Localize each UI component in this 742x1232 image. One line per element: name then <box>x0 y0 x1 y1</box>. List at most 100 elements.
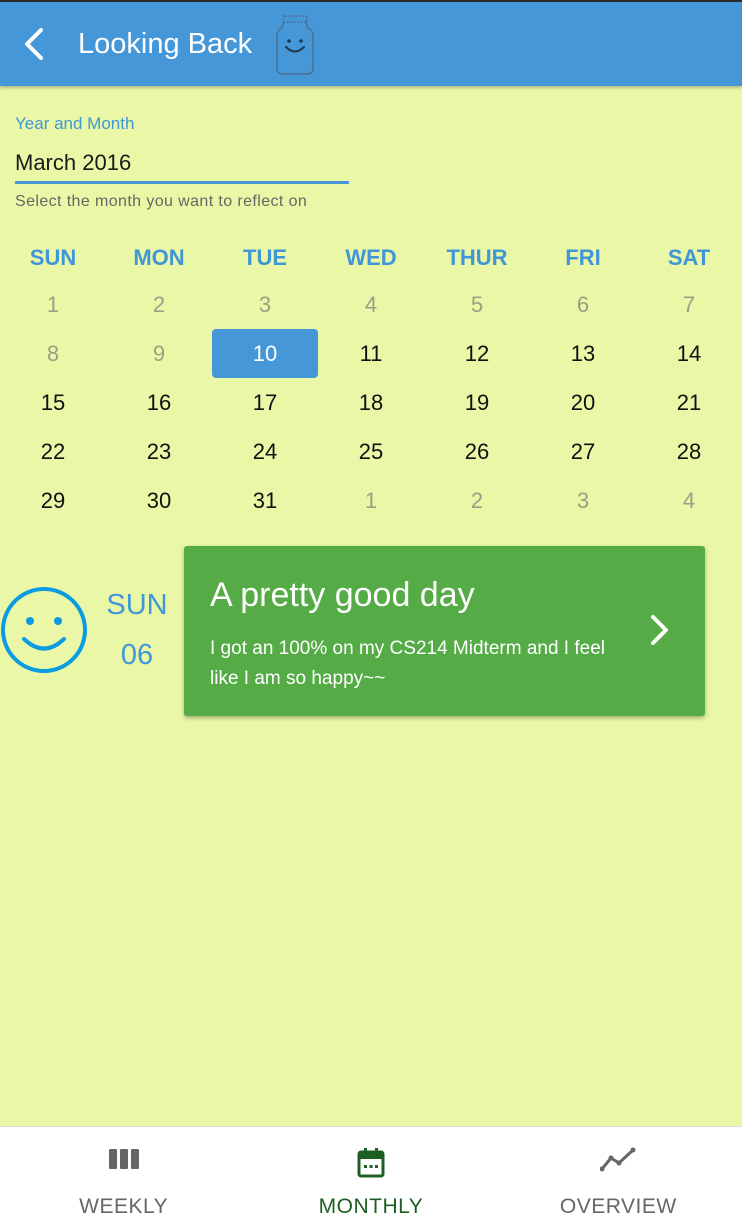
calendar-day[interactable]: 2 <box>424 476 530 525</box>
calendar-day[interactable]: 21 <box>636 378 742 427</box>
calendar-day[interactable]: 11 <box>318 329 424 378</box>
calendar-day[interactable]: 30 <box>106 476 212 525</box>
smiley-jar-logo <box>276 15 314 75</box>
calendar-day[interactable]: 7 <box>636 280 742 329</box>
entry-date: 06 <box>120 639 154 671</box>
calendar-day-number: 14 <box>676 340 702 366</box>
calendar-day-number: 22 <box>40 438 66 464</box>
calendar-day[interactable]: 26 <box>424 427 530 476</box>
calendar-day-number: 15 <box>40 389 66 415</box>
calendar-day-number: 18 <box>358 389 384 415</box>
month-field-helper: Select the month you want to reflect on <box>15 193 308 210</box>
calendar-day-number: 11 <box>359 340 383 366</box>
weekday-label: THUR <box>446 245 508 270</box>
calendar-day-number: 2 <box>152 291 166 317</box>
weekday-label: TUE <box>243 245 287 270</box>
calendar-grid: 1 2 3 4 5 6 7 8 9 10 11 12 13 14 15 16 17 18 19 20 21 22 23 24 2… <box>0 280 742 525</box>
bottom-navigation: WEEKLY MONTHLY OVERVIEW <box>0 1126 742 1232</box>
calendar-day[interactable]: 4 <box>636 476 742 525</box>
entry-title: A pretty good day <box>210 576 475 614</box>
nav-weekly[interactable]: WEEKLY <box>0 1127 247 1232</box>
calendar-day-number: 4 <box>682 487 696 513</box>
calendar-day[interactable]: 5 <box>424 280 530 329</box>
calendar-day[interactable]: 22 <box>0 427 106 476</box>
calendar-week-row: 22 23 24 25 26 27 28 <box>0 427 742 476</box>
nav-monthly-label: MONTHLY <box>318 1195 424 1218</box>
calendar-day-number: 10 <box>212 329 318 378</box>
calendar-day[interactable]: 12 <box>424 329 530 378</box>
calendar-week-row: 8 9 10 11 12 13 14 <box>0 329 742 378</box>
weekday-label: FRI <box>565 245 601 270</box>
calendar-day[interactable]: 2 <box>106 280 212 329</box>
nav-monthly[interactable]: MONTHLY <box>247 1127 494 1232</box>
calendar-day-number: 1 <box>46 291 60 317</box>
calendar-day-number: 24 <box>252 438 278 464</box>
calendar-day[interactable]: 13 <box>530 329 636 378</box>
calendar-day[interactable]: 1 <box>318 476 424 525</box>
calendar-day-number: 4 <box>364 291 378 317</box>
weekday-label: WED <box>345 245 397 270</box>
calendar-day[interactable]: 25 <box>318 427 424 476</box>
trend-line-icon <box>600 1147 636 1172</box>
calendar-day[interactable]: 6 <box>530 280 636 329</box>
calendar-day[interactable]: 16 <box>106 378 212 427</box>
calendar-day-number: 8 <box>46 340 60 366</box>
calendar-day[interactable]: 27 <box>530 427 636 476</box>
calendar-day[interactable]: 31 <box>212 476 318 525</box>
chevron-left-icon <box>25 28 43 60</box>
month-input[interactable] <box>15 140 349 184</box>
calendar-day-number: 30 <box>146 487 172 513</box>
calendar-day-number: 17 <box>252 389 278 415</box>
calendar-day[interactable]: 29 <box>0 476 106 525</box>
calendar-day[interactable]: 4 <box>318 280 424 329</box>
calendar-day[interactable]: 23 <box>106 427 212 476</box>
entry-text: I got an 100% on my CS214 Midterm and I … <box>210 638 605 689</box>
month-calendar: SUN MON TUE WED THUR FRI SAT 1 2 3 4 5 6 7 8 9 10… <box>0 236 742 525</box>
calendar-day[interactable]: 17 <box>212 378 318 427</box>
calendar-day-number: 27 <box>570 438 596 464</box>
calendar-day-number: 25 <box>358 438 384 464</box>
back-button[interactable] <box>14 24 54 64</box>
calendar-day-number: 7 <box>682 291 696 317</box>
calendar-week-row: 29 30 31 1 2 3 4 <box>0 476 742 525</box>
weekday-label: SUN <box>29 245 77 270</box>
calendar-day-number: 13 <box>570 340 596 366</box>
calendar-week-row: 15 16 17 18 19 20 21 <box>0 378 742 427</box>
weekday-label: MON <box>133 245 185 270</box>
nav-weekly-label: WEEKLY <box>79 1195 169 1218</box>
calendar-day[interactable]: 19 <box>424 378 530 427</box>
calendar-day[interactable]: 24 <box>212 427 318 476</box>
weekday-label: SAT <box>667 245 711 270</box>
entry-weekday: SUN <box>106 589 168 621</box>
calendar-day-number: 12 <box>464 340 490 366</box>
calendar-day-number: 3 <box>258 291 272 317</box>
calendar-day[interactable]: 14 <box>636 329 742 378</box>
calendar-day-number: 16 <box>146 389 172 415</box>
calendar-day-number: 2 <box>470 487 484 513</box>
calendar-day-number: 3 <box>576 487 590 513</box>
calendar-day[interactable]: 15 <box>0 378 106 427</box>
month-field-label: Year and Month <box>15 114 135 133</box>
calendar-day[interactable]: 18 <box>318 378 424 427</box>
calendar-day-number: 19 <box>464 389 490 415</box>
app-bar: Looking Back <box>0 0 742 86</box>
calendar-day[interactable]: 8 <box>0 329 106 378</box>
calendar-day[interactable]: 9 <box>106 329 212 378</box>
journal-entry-card[interactable]: A pretty good day I got an 100% on my CS… <box>184 546 705 716</box>
calendar-day-selected[interactable]: 10 <box>212 329 318 378</box>
calendar-day[interactable]: 28 <box>636 427 742 476</box>
calendar-day-number: 26 <box>464 438 490 464</box>
calendar-day-number: 1 <box>364 487 378 513</box>
smiley-face-icon <box>1 587 87 673</box>
calendar-day-number: 21 <box>676 389 702 415</box>
calendar-week-row: 1 2 3 4 5 6 7 <box>0 280 742 329</box>
nav-overview[interactable]: OVERVIEW <box>495 1127 742 1232</box>
calendar-day-number: 5 <box>470 291 484 317</box>
calendar-day[interactable]: 3 <box>212 280 318 329</box>
calendar-day-number: 29 <box>40 487 66 513</box>
calendar-day[interactable]: 3 <box>530 476 636 525</box>
calendar-day-number: 6 <box>576 291 590 317</box>
calendar-day[interactable]: 1 <box>0 280 106 329</box>
nav-overview-label: OVERVIEW <box>559 1195 677 1218</box>
calendar-day[interactable]: 20 <box>530 378 636 427</box>
